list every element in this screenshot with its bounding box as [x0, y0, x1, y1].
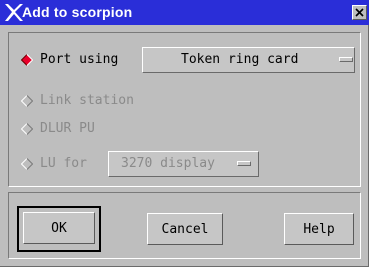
radio-unselected-icon: [21, 158, 33, 170]
option-label: LU for: [40, 156, 87, 171]
radio-dlur-pu[interactable]: [21, 123, 33, 135]
close-icon: [355, 8, 364, 17]
option-label: Port using: [40, 52, 119, 67]
help-button[interactable]: Help: [284, 213, 354, 245]
option-link-station[interactable]: Link station: [9, 88, 134, 114]
lu-option-value: 3270 display: [121, 156, 215, 171]
radio-unselected-icon: [21, 95, 33, 107]
window-title: Add to scorpion: [22, 4, 133, 20]
radio-unselected-icon: [21, 123, 33, 135]
option-label: Link station: [40, 93, 134, 108]
option-menu-indicator-icon: [339, 57, 353, 62]
port-option-menu[interactable]: Token ring card: [142, 47, 355, 73]
port-option-value: Token ring card: [181, 52, 299, 67]
radio-lu-for[interactable]: [21, 158, 33, 170]
options-frame: Port using Token ring card Link station: [8, 32, 361, 187]
option-label: DLUR PU: [40, 121, 95, 136]
lu-option-menu[interactable]: 3270 display: [108, 151, 259, 177]
radio-link-station[interactable]: [21, 95, 33, 107]
option-menu-indicator-icon: [237, 161, 251, 166]
radio-selected-icon: [21, 54, 33, 66]
ok-button[interactable]: OK: [23, 212, 95, 244]
option-lu-for[interactable]: LU for: [9, 151, 87, 177]
button-frame: OK Cancel Help: [8, 192, 361, 259]
cancel-button[interactable]: Cancel: [147, 213, 223, 245]
add-to-scorpion-dialog: Add to scorpion Port using Token ring ca…: [0, 0, 369, 267]
option-port-using[interactable]: Port using: [9, 47, 118, 73]
radio-port-using[interactable]: [21, 54, 33, 66]
close-button[interactable]: [352, 5, 367, 20]
option-dlur-pu[interactable]: DLUR PU: [9, 116, 95, 142]
title-bar[interactable]: Add to scorpion: [0, 0, 369, 25]
